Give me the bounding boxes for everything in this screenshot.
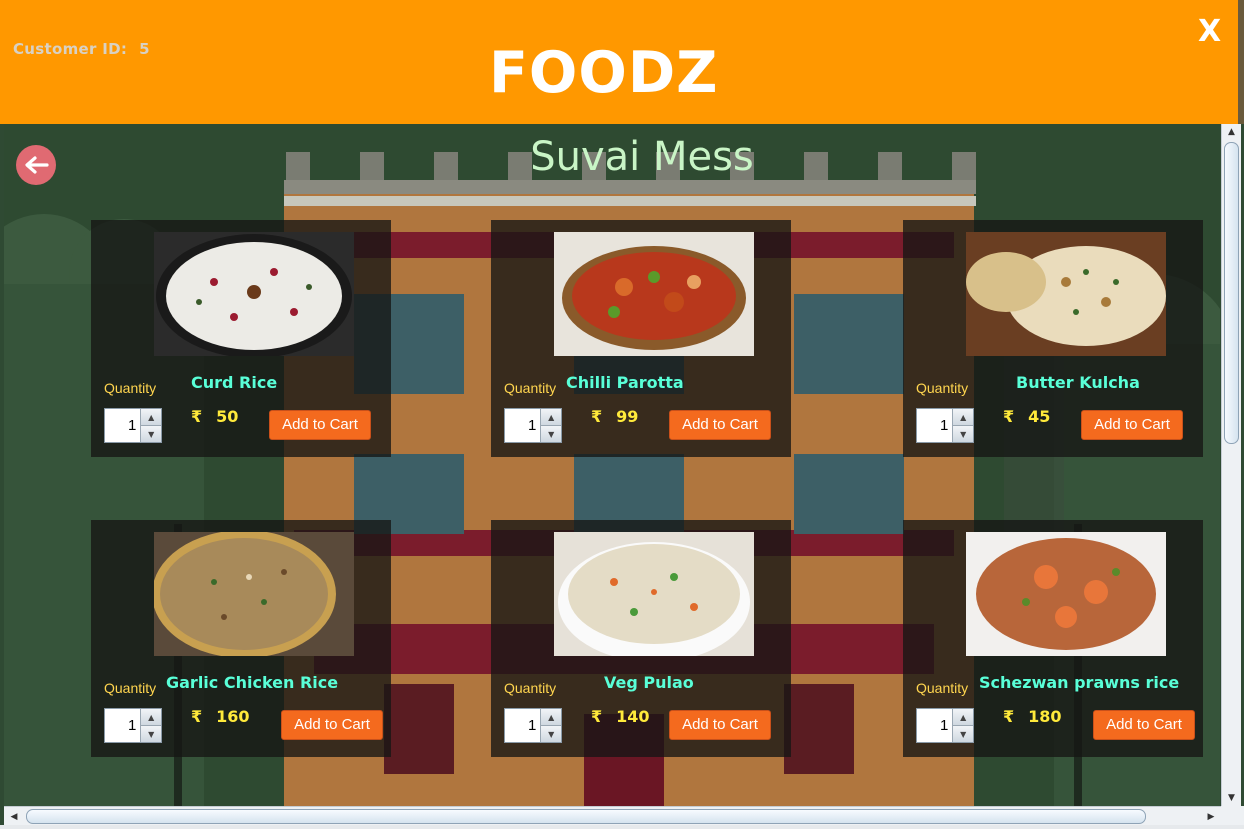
window-frame-bottom: [0, 825, 1244, 829]
vertical-scrollbar[interactable]: ▲ ▼: [1221, 124, 1241, 806]
menu-item-card: Quantity Schezwan prawns rice 1 ▲ ▼ ₹180…: [903, 520, 1203, 757]
quantity-spinner[interactable]: 1 ▲ ▼: [504, 408, 562, 443]
item-price: ₹160: [191, 707, 250, 726]
customer-id-value: 5: [139, 40, 150, 58]
triangle-down-icon[interactable]: ▼: [141, 425, 161, 442]
item-price: ₹99: [591, 407, 638, 426]
price-value: 45: [1028, 407, 1051, 426]
item-price: ₹50: [191, 407, 238, 426]
food-image-garlic-chicken-rice: [154, 532, 354, 656]
quantity-label: Quantity: [504, 380, 557, 396]
menu-item-card: Quantity Garlic Chicken Rice 1 ▲ ▼ ₹160 …: [91, 520, 391, 757]
quantity-value[interactable]: 1: [917, 709, 952, 742]
item-name: Schezwan prawns rice: [979, 673, 1180, 692]
scroll-up-icon[interactable]: ▲: [1223, 124, 1240, 140]
triangle-up-icon[interactable]: ▲: [541, 409, 561, 425]
food-image-chilli-parotta: [554, 232, 754, 356]
quantity-value[interactable]: 1: [105, 409, 140, 442]
app-header: Customer ID: 5 FOODZ X: [0, 0, 1238, 124]
triangle-up-icon[interactable]: ▲: [953, 409, 973, 425]
scroll-right-icon[interactable]: ▶: [1203, 808, 1219, 825]
food-image-schezwan-prawns-rice: [966, 532, 1166, 656]
menu-item-card: Quantity Curd Rice 1 ▲ ▼ ₹50 Add to Cart: [91, 220, 391, 457]
price-value: 99: [616, 407, 639, 426]
quantity-spinner[interactable]: 1 ▲ ▼: [104, 708, 162, 743]
price-value: 50: [216, 407, 239, 426]
quantity-spinner[interactable]: 1 ▲ ▼: [104, 408, 162, 443]
item-name: Chilli Parotta: [566, 373, 684, 392]
quantity-label: Quantity: [916, 380, 969, 396]
vertical-scroll-thumb[interactable]: [1224, 142, 1239, 444]
triangle-down-icon[interactable]: ▼: [141, 725, 161, 742]
triangle-up-icon[interactable]: ▲: [141, 409, 161, 425]
item-name: Veg Pulao: [604, 673, 694, 692]
horizontal-scroll-thumb[interactable]: [26, 809, 1146, 824]
item-name: Butter Kulcha: [1016, 373, 1140, 392]
quantity-label: Quantity: [104, 680, 157, 696]
item-name: Curd Rice: [191, 373, 278, 392]
triangle-up-icon[interactable]: ▲: [953, 709, 973, 725]
item-price: ₹140: [591, 707, 650, 726]
horizontal-scrollbar[interactable]: ◀ ▶: [4, 806, 1221, 826]
quantity-label: Quantity: [916, 680, 969, 696]
quantity-label: Quantity: [104, 380, 157, 396]
triangle-down-icon[interactable]: ▼: [953, 425, 973, 442]
quantity-value[interactable]: 1: [505, 709, 540, 742]
quantity-value[interactable]: 1: [505, 409, 540, 442]
add-to-cart-button[interactable]: Add to Cart: [269, 410, 371, 440]
price-value: 160: [216, 707, 250, 726]
currency-symbol: ₹: [191, 407, 203, 426]
restaurant-title: Suvai Mess: [0, 134, 1244, 180]
item-price: ₹180: [1003, 707, 1062, 726]
add-to-cart-button[interactable]: Add to Cart: [1081, 410, 1183, 440]
currency-symbol: ₹: [191, 707, 203, 726]
triangle-up-icon[interactable]: ▲: [541, 709, 561, 725]
food-image-veg-pulao: [554, 532, 754, 656]
food-image-butter-kulcha: [966, 232, 1166, 356]
item-price: ₹45: [1003, 407, 1050, 426]
triangle-up-icon[interactable]: ▲: [141, 709, 161, 725]
item-name: Garlic Chicken Rice: [166, 673, 339, 692]
quantity-spinner[interactable]: 1 ▲ ▼: [916, 708, 974, 743]
scroll-left-icon[interactable]: ◀: [6, 808, 22, 825]
triangle-down-icon[interactable]: ▼: [953, 725, 973, 742]
app-brand-title: FOODZ: [489, 40, 719, 106]
menu-item-card: Quantity Veg Pulao 1 ▲ ▼ ₹140 Add to Car…: [491, 520, 791, 757]
currency-symbol: ₹: [1003, 707, 1015, 726]
quantity-value[interactable]: 1: [917, 409, 952, 442]
restaurant-name: Suvai Mess: [530, 134, 754, 180]
quantity-spinner[interactable]: 1 ▲ ▼: [504, 708, 562, 743]
price-value: 140: [616, 707, 650, 726]
close-icon[interactable]: X: [1198, 14, 1221, 49]
menu-item-card: Quantity Butter Kulcha 1 ▲ ▼ ₹45 Add to …: [903, 220, 1203, 457]
quantity-label: Quantity: [504, 680, 557, 696]
add-to-cart-button[interactable]: Add to Cart: [669, 410, 771, 440]
scroll-down-icon[interactable]: ▼: [1223, 790, 1240, 806]
quantity-spinner[interactable]: 1 ▲ ▼: [916, 408, 974, 443]
customer-id-display: Customer ID: 5: [13, 40, 150, 58]
menu-item-card: Quantity Chilli Parotta 1 ▲ ▼ ₹99 Add to…: [491, 220, 791, 457]
add-to-cart-button[interactable]: Add to Cart: [669, 710, 771, 740]
price-value: 180: [1028, 707, 1062, 726]
add-to-cart-button[interactable]: Add to Cart: [281, 710, 383, 740]
triangle-down-icon[interactable]: ▼: [541, 725, 561, 742]
currency-symbol: ₹: [591, 707, 603, 726]
food-image-curd-rice: [154, 232, 354, 356]
add-to-cart-button[interactable]: Add to Cart: [1093, 710, 1195, 740]
quantity-value[interactable]: 1: [105, 709, 140, 742]
currency-symbol: ₹: [591, 407, 603, 426]
currency-symbol: ₹: [1003, 407, 1015, 426]
triangle-down-icon[interactable]: ▼: [541, 425, 561, 442]
customer-id-label: Customer ID:: [13, 40, 128, 58]
header-edge: [1238, 0, 1244, 124]
